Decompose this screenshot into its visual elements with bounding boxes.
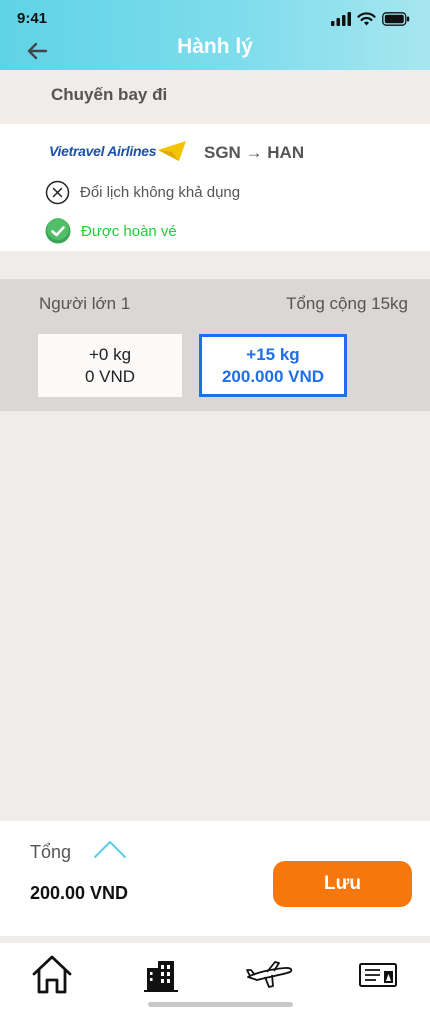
bottom-tab-bar: [0, 943, 430, 1014]
price-summary: Tổng 200.00 VND Lưu: [0, 821, 430, 936]
tab-tickets[interactable]: [354, 953, 404, 997]
airline-wing-icon: [158, 141, 187, 161]
tab-hotel[interactable]: [135, 953, 185, 997]
home-indicator: [148, 1002, 293, 1007]
baggage-option-15kg[interactable]: +15 kg 200.000 VND: [199, 334, 347, 397]
section-title: Chuyến bay đi: [51, 85, 168, 104]
baggage-option-0kg[interactable]: +0 kg 0 VND: [38, 334, 182, 397]
airline-logo: Vietravel Airlines: [49, 140, 187, 162]
check-circle-icon: [45, 218, 71, 244]
battery-icon: [382, 12, 410, 26]
signal-icon: [331, 12, 351, 26]
chevron-up-icon[interactable]: [93, 838, 127, 860]
flight-card: Vietravel Airlines SGN → HAN Đổi lịch kh…: [0, 124, 430, 251]
save-button[interactable]: Lưu: [273, 861, 412, 907]
summary-total: 200.00 VND: [30, 883, 129, 903]
reschedule-policy: Đổi lịch không khả dụng: [45, 180, 240, 205]
flight-route: SGN → HAN: [204, 143, 305, 162]
airplane-icon: [246, 961, 293, 988]
home-icon: [32, 955, 72, 994]
refund-policy: Được hoàn vé: [45, 218, 177, 244]
status-time: 9:41: [17, 10, 48, 27]
app-header: 9:41 Hành lý: [0, 0, 430, 70]
passenger-label: Người lớn 1: [39, 294, 131, 313]
wifi-icon: [357, 12, 376, 26]
total-weight-label: Tổng cộng 15kg: [286, 294, 408, 313]
option-weight: +0 kg: [88, 344, 132, 364]
option-price: 0 VND: [84, 366, 136, 386]
airline-name: Vietravel Airlines: [49, 143, 157, 159]
reschedule-text: Đổi lịch không khả dụng: [80, 184, 241, 201]
status-icons: [331, 12, 410, 26]
close-circle-icon: [45, 180, 70, 205]
ticket-icon: [359, 963, 397, 987]
tab-home[interactable]: [27, 953, 77, 997]
baggage-panel: Người lớn 1 Tổng cộng 15kg +0 kg 0 VND +…: [0, 279, 430, 411]
tab-flight[interactable]: [245, 953, 295, 997]
hotel-icon: [144, 961, 178, 992]
option-weight: +15 kg: [246, 344, 300, 364]
refund-text: Được hoàn vé: [81, 222, 177, 240]
option-price: 200.000 VND: [221, 366, 325, 386]
page-title: Hành lý: [177, 35, 253, 58]
summary-label: Tổng: [30, 842, 72, 862]
